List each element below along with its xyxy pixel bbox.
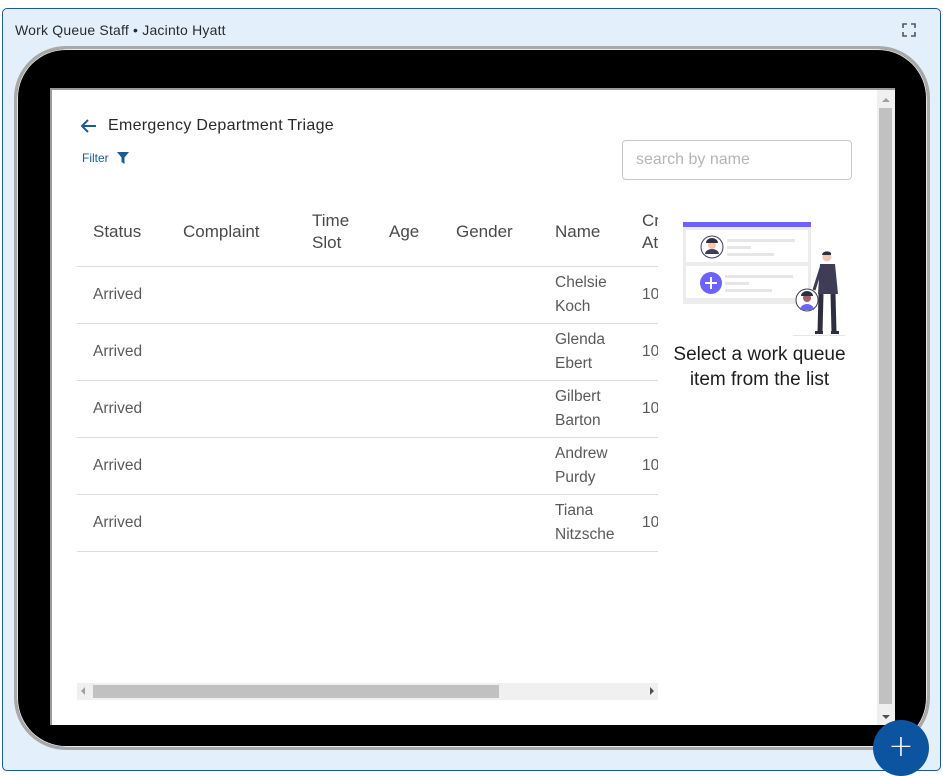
column-header-status[interactable]: Status	[77, 198, 167, 267]
cell-age	[373, 380, 440, 438]
column-header-complaint[interactable]: Complaint	[167, 198, 296, 267]
cell-gender	[440, 266, 539, 324]
fullscreen-expand-icon[interactable]	[902, 23, 916, 37]
table-row[interactable]: Arrived ChelsieKoch 10:3	[77, 266, 658, 324]
cell-name: Chelsie Koch	[539, 266, 626, 324]
cell-complaint	[167, 323, 296, 381]
cell-name: Tiana Nitzsche	[539, 494, 626, 552]
table-row[interactable]: Arrived GilbertBarton 10:3	[77, 380, 658, 438]
cell-time-slot	[296, 437, 373, 495]
plus-icon: +	[888, 729, 914, 764]
filter-label: Filter	[82, 151, 109, 165]
scroll-down-arrow-icon[interactable]	[882, 715, 890, 719]
horizontal-scroll-thumb[interactable]	[93, 685, 499, 698]
table-row[interactable]: Arrived GlendaEbert 10:3	[77, 323, 658, 381]
page-header: Emergency Department Triage	[80, 117, 334, 135]
table-row[interactable]: Arrived AndrewPurdy 10:3	[77, 437, 658, 495]
column-header-age[interactable]: Age	[373, 198, 440, 267]
scroll-left-arrow-icon[interactable]	[81, 687, 85, 695]
cell-time-slot	[296, 323, 373, 381]
cell-created-at: 10:3	[626, 266, 658, 324]
cell-complaint	[167, 437, 296, 495]
cell-created-at: 10:3	[626, 437, 658, 495]
cell-status: Arrived	[77, 323, 167, 381]
empty-state-message: Select a work queue item from the list	[673, 344, 846, 390]
column-header-created-at[interactable]: CreatedAt	[626, 198, 658, 267]
tablet-screen: Emergency Department Triage Filter Statu…	[50, 88, 895, 725]
page-title: Emergency Department Triage	[108, 117, 334, 134]
cell-complaint	[167, 266, 296, 324]
column-header-time-slot[interactable]: Time Slot	[296, 198, 373, 267]
search-input[interactable]	[622, 140, 852, 180]
cell-status: Arrived	[77, 266, 167, 324]
table-row[interactable]: Arrived TianaNitzsche 10:3	[77, 494, 658, 552]
scroll-right-arrow-icon[interactable]	[650, 687, 654, 695]
select-item-illustration	[682, 222, 845, 336]
empty-state: Select a work queue item from the list	[667, 218, 852, 392]
add-item-button[interactable]: +	[873, 720, 929, 776]
vertical-scrollbar[interactable]	[877, 90, 895, 725]
cell-created-at: 10:3	[626, 323, 658, 381]
cell-age	[373, 266, 440, 324]
cell-time-slot	[296, 266, 373, 324]
cell-name: Gilbert Barton	[539, 380, 626, 438]
column-header-name[interactable]: Name	[539, 198, 626, 267]
cell-time-slot	[296, 494, 373, 552]
vertical-scroll-thumb[interactable]	[879, 108, 892, 704]
horizontal-scrollbar[interactable]	[77, 683, 658, 700]
scroll-up-arrow-icon[interactable]	[882, 98, 890, 102]
cell-age	[373, 437, 440, 495]
table-header-row: Status Complaint Time Slot Age Gender Nam…	[77, 198, 658, 267]
cell-gender	[440, 437, 539, 495]
cell-gender	[440, 494, 539, 552]
cell-gender	[440, 380, 539, 438]
cell-created-at: 10:3	[626, 494, 658, 552]
cell-status: Arrived	[77, 380, 167, 438]
cell-age	[373, 494, 440, 552]
cell-status: Arrived	[77, 494, 167, 552]
work-queue-table: Status Complaint Time Slot Age Gender Nam…	[77, 198, 658, 678]
cell-status: Arrived	[77, 437, 167, 495]
cell-age	[373, 323, 440, 381]
filter-button[interactable]: Filter	[82, 151, 129, 165]
cell-gender	[440, 323, 539, 381]
cell-time-slot	[296, 380, 373, 438]
cell-name: Glenda Ebert	[539, 323, 626, 381]
column-header-gender[interactable]: Gender	[440, 198, 539, 267]
cell-complaint	[167, 380, 296, 438]
arrow-left-icon[interactable]	[80, 117, 98, 135]
cell-name: Andrew Purdy	[539, 437, 626, 495]
funnel-icon	[116, 152, 129, 164]
panel-title: Work Queue Staff • Jacinto Hyatt	[15, 22, 226, 38]
cell-complaint	[167, 494, 296, 552]
cell-created-at: 10:3	[626, 380, 658, 438]
